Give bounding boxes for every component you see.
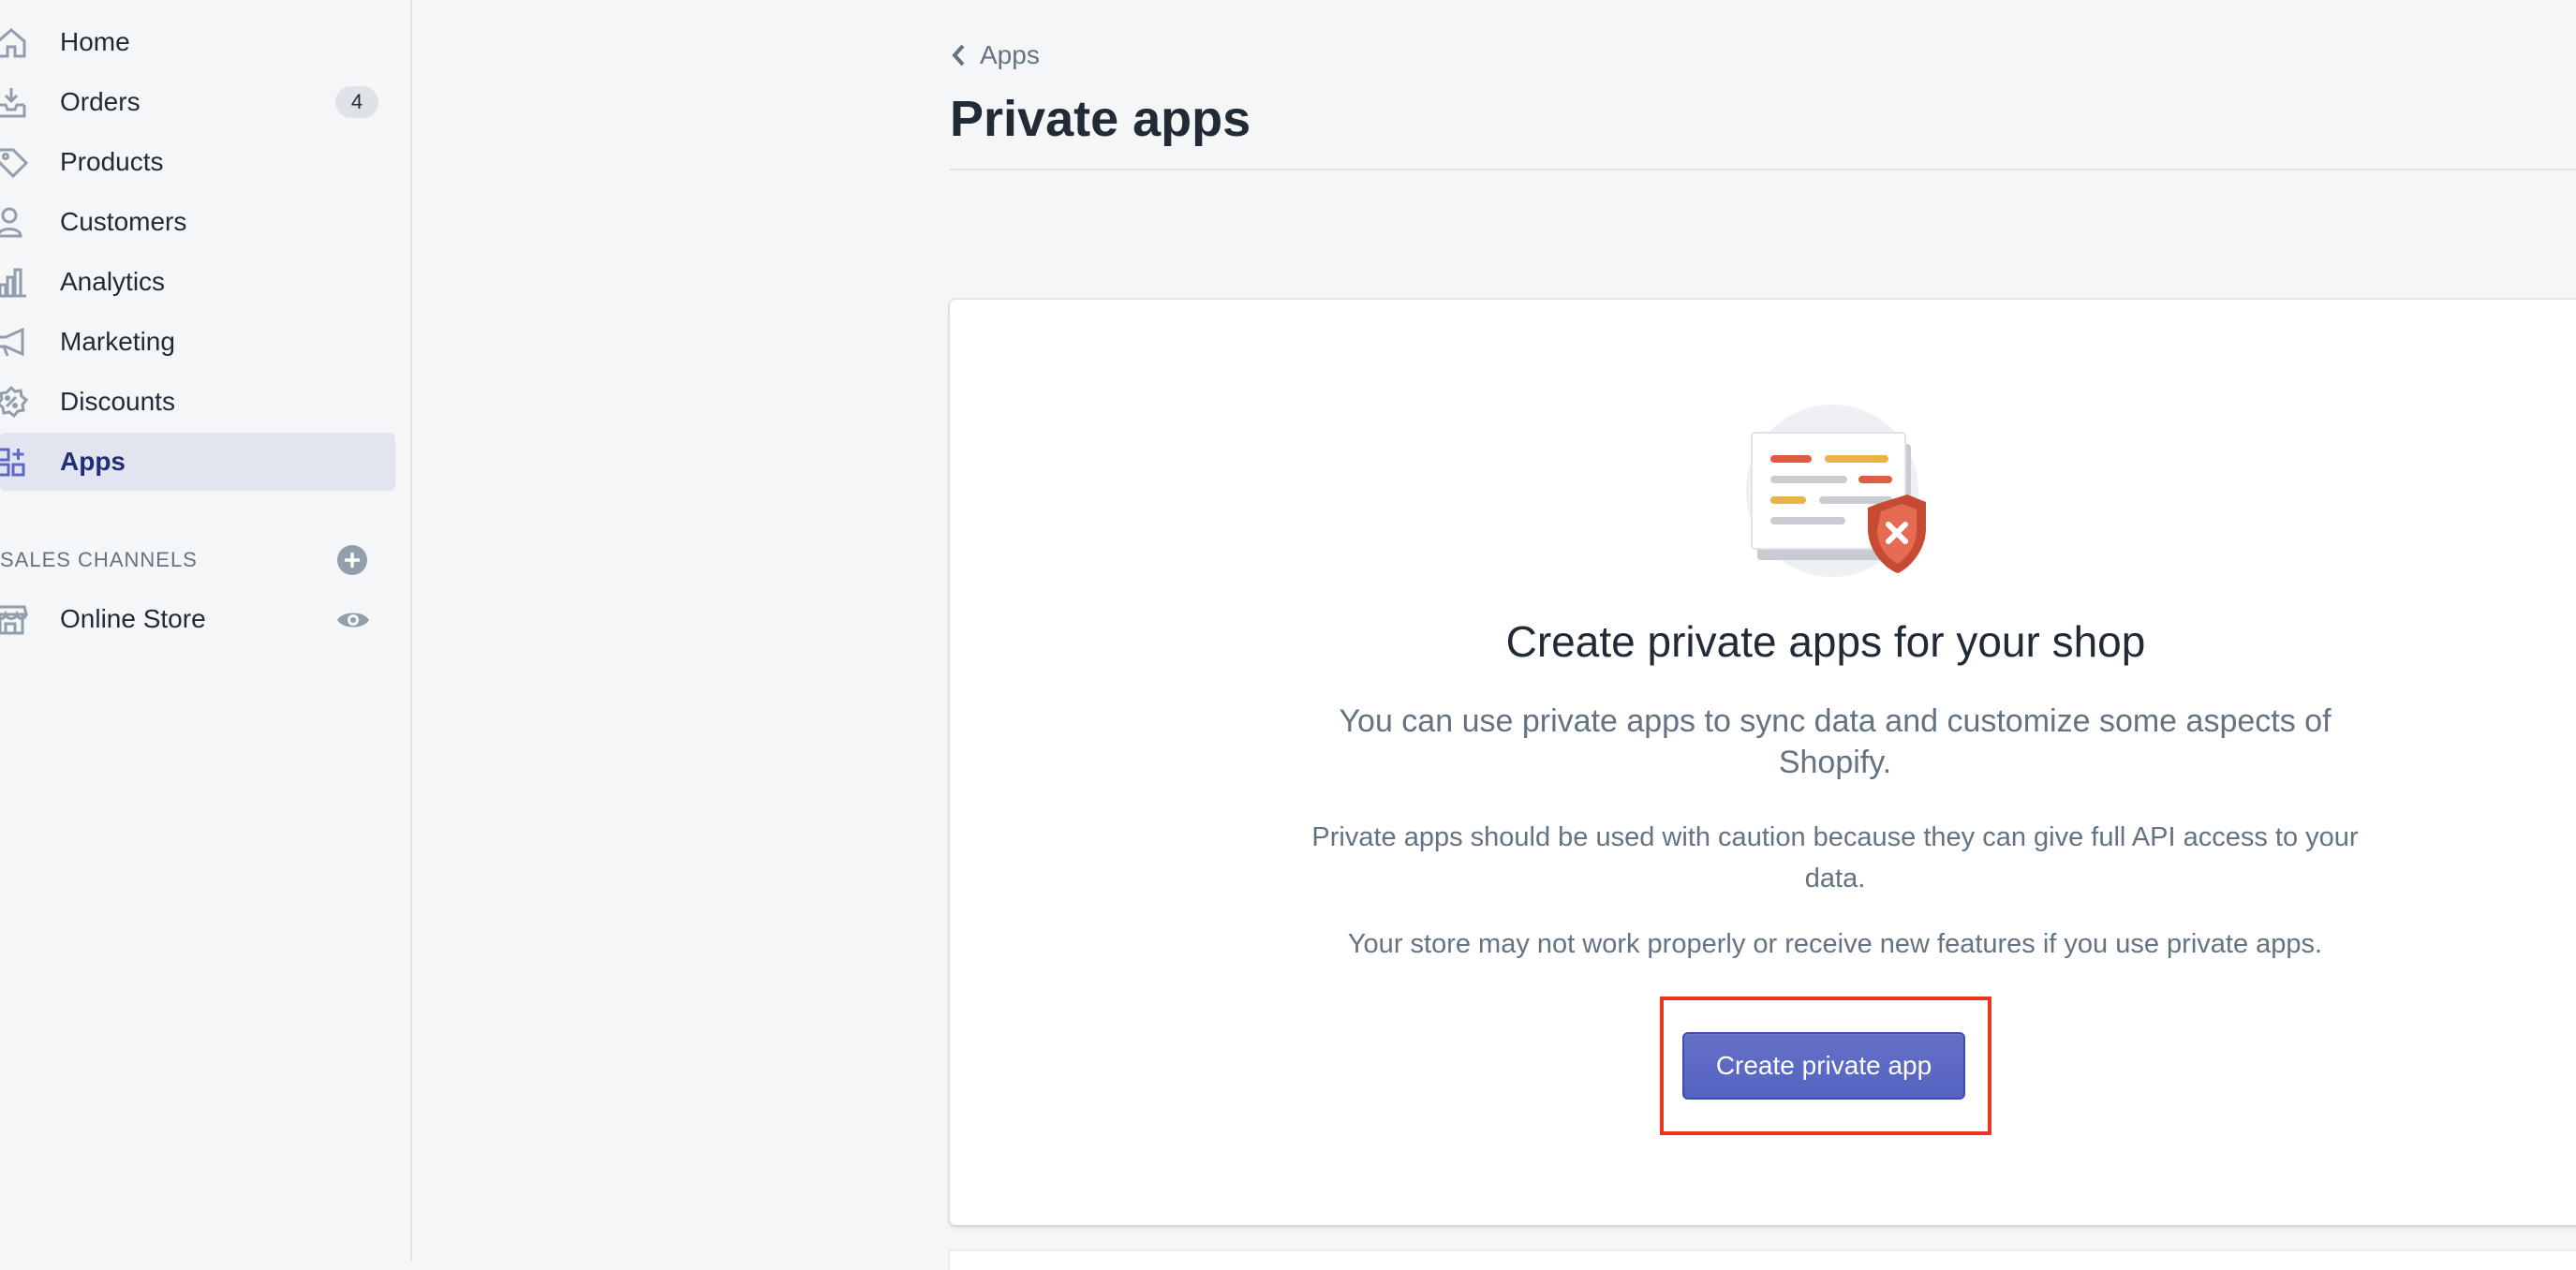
orders-icon (0, 88, 26, 118)
create-private-app-button[interactable]: Create private app (1682, 1032, 1965, 1100)
sidebar-item-marketing[interactable]: Marketing (0, 313, 395, 371)
empty-state-subheading: You can use private apps to sync data an… (1339, 703, 2332, 780)
customer-icon (0, 207, 22, 238)
sidebar-item-discounts[interactable]: Discounts (0, 373, 395, 431)
discount-icon (0, 386, 29, 419)
analytics-icon (0, 268, 26, 298)
sidebar-item-analytics[interactable]: Analytics (0, 253, 395, 311)
sidebar-item-label: Customers (60, 207, 187, 236)
sidebar-item-products[interactable]: Products (0, 133, 395, 191)
warning-text: Your store may not work properly or rece… (1347, 929, 2323, 959)
tag-icon (0, 148, 29, 179)
title-divider (950, 169, 2576, 170)
breadcrumb-apps[interactable]: Apps (950, 37, 1040, 73)
sidebar-item-label: Apps (60, 447, 126, 476)
store-icon (0, 605, 28, 635)
empty-state-heading: Create private apps for your shop (1505, 617, 2146, 666)
page-title: Private apps (950, 91, 1251, 147)
sidebar-item-label: Home (60, 27, 130, 56)
sidebar-item-label: Products (60, 147, 164, 176)
home-icon (0, 28, 26, 58)
private-apps-illustration (1746, 405, 1926, 577)
chevron-left-icon (952, 44, 965, 66)
sidebar-item-home[interactable]: Home (0, 13, 395, 71)
orders-count-badge: 4 (335, 86, 378, 118)
sales-channels-heading: SALES CHANNELS (0, 548, 198, 571)
sidebar-item-label: Discounts (60, 387, 175, 416)
private-apps-empty-state: Create private apps for your shop You ca… (950, 300, 2576, 1225)
sidebar-item-apps[interactable]: Apps (0, 433, 395, 491)
sidebar-item-label: Analytics (60, 267, 166, 296)
sidebar: Home Orders 4 Products Customers Analyti… (0, 0, 412, 1261)
next-card-edge (950, 1251, 2576, 1270)
breadcrumb-label: Apps (980, 40, 1040, 69)
sidebar-item-label: Marketing (60, 327, 175, 356)
sidebar-item-orders[interactable]: Orders 4 (0, 73, 395, 131)
caution-text: Private apps should be used with caution… (1311, 822, 2359, 893)
apps-icon (0, 448, 25, 477)
add-sales-channel-icon[interactable] (335, 543, 369, 577)
sidebar-item-label: Online Store (60, 604, 206, 633)
eye-icon[interactable] (335, 603, 371, 637)
megaphone-icon (0, 327, 24, 357)
sidebar-item-label: Orders (60, 87, 141, 116)
sidebar-item-customers[interactable]: Customers (0, 193, 395, 251)
